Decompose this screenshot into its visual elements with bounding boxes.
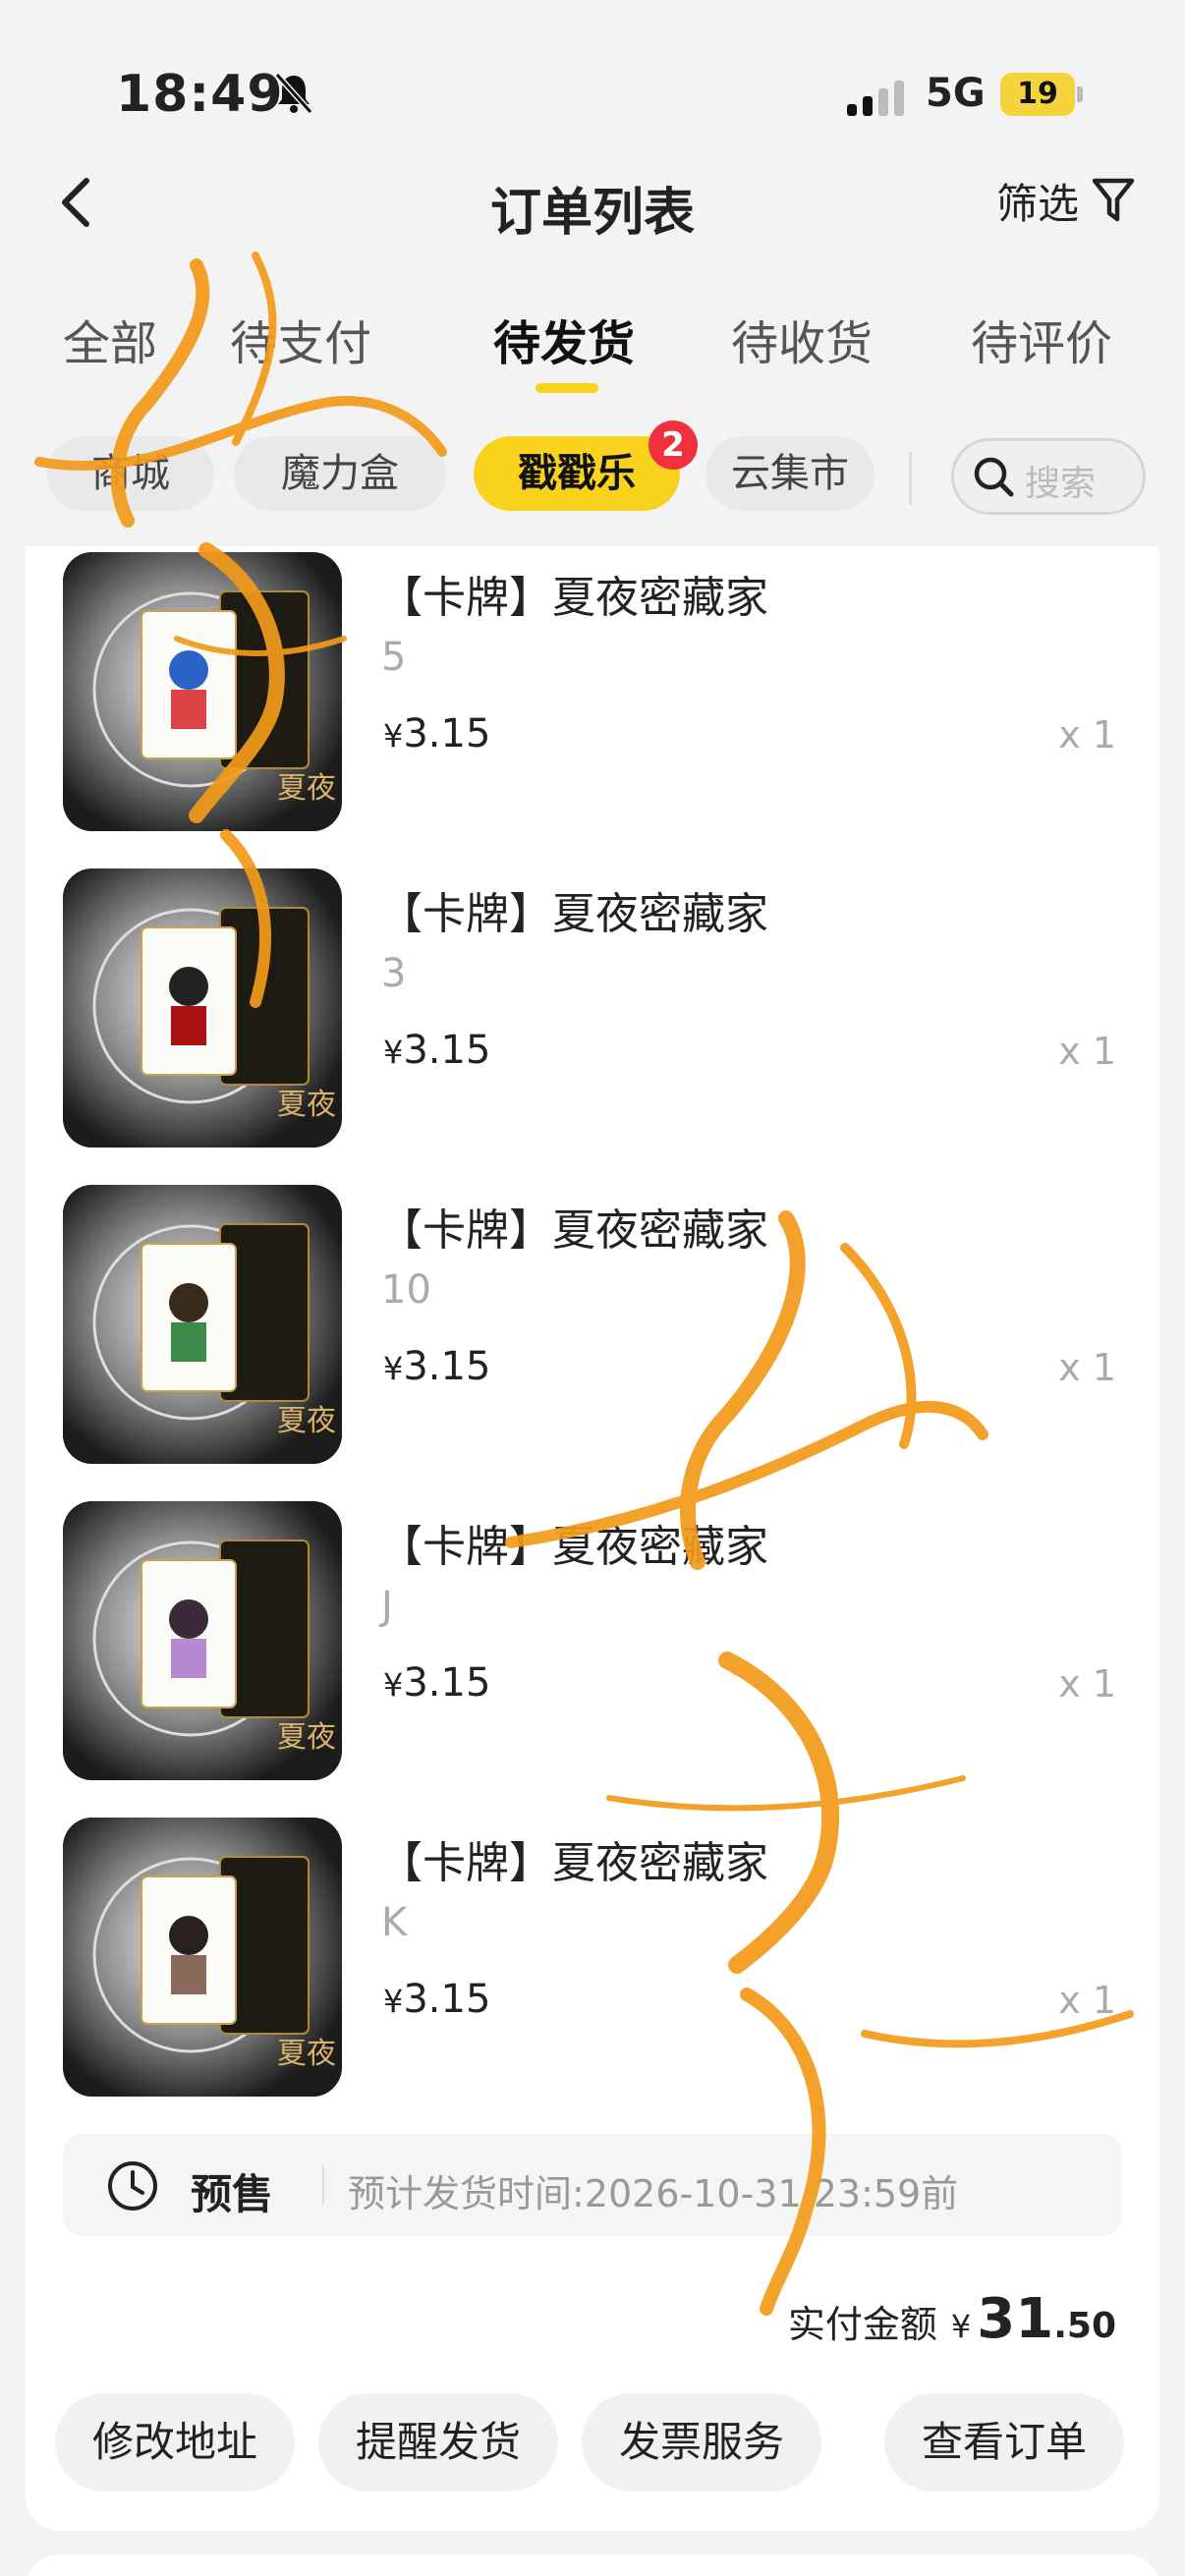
funnel-icon — [1092, 178, 1135, 222]
product-thumbnail[interactable]: 夏夜 — [63, 1501, 342, 1780]
item-title: 【卡牌】夏夜密藏家 — [379, 573, 768, 623]
item-variant: 3 — [381, 951, 407, 996]
product-thumbnail[interactable]: 夏夜 — [63, 1818, 342, 2097]
order-total: 实付金额 ¥ 31 .50 — [788, 2287, 1116, 2351]
item-quantity: x 1 — [1058, 1662, 1116, 1706]
svg-text:夏夜: 夏夜 — [277, 1088, 336, 1122]
order-item[interactable]: 夏夜 【卡牌】夏夜密藏家 3 ¥3.15 x 1 — [26, 868, 1159, 1163]
order-item[interactable]: 夏夜 【卡牌】夏夜密藏家 5 ¥3.15 x 1 — [26, 552, 1159, 847]
modify-address-button[interactable]: 修改地址 — [55, 2393, 295, 2492]
item-title: 【卡牌】夏夜密藏家 — [379, 889, 768, 939]
order-item[interactable]: 夏夜 【卡牌】夏夜密藏家 10 ¥3.15 x 1 — [26, 1185, 1159, 1480]
chip-magic-box[interactable]: 魔力盒 — [234, 436, 446, 511]
nav-bar: 订单列表 筛选 — [0, 147, 1185, 255]
status-time: 18:49 — [116, 65, 284, 124]
item-variant: K — [381, 1900, 408, 1945]
tab-all[interactable]: 全部 — [63, 305, 157, 373]
chip-count-badge: 2 — [649, 420, 698, 470]
svg-text:夏夜: 夏夜 — [277, 1720, 336, 1755]
tab-pending-shipment[interactable]: 待发货 — [493, 305, 635, 373]
tab-pending-receipt[interactable]: 待收货 — [731, 305, 873, 373]
filter-label: 筛选 — [995, 179, 1079, 228]
search-placeholder: 搜索 — [1025, 464, 1097, 504]
item-quantity: x 1 — [1058, 1030, 1116, 1073]
search-input[interactable]: 搜索 — [951, 438, 1146, 515]
total-currency: ¥ — [950, 2308, 972, 2345]
order-actions: 修改地址 提醒发货 发票服务 查看订单 — [26, 2393, 1159, 2492]
active-tab-indicator — [536, 383, 598, 393]
bell-muted-icon — [274, 72, 313, 115]
status-bar: 18:49 5G 19 — [0, 0, 1185, 147]
battery-tip — [1077, 86, 1083, 102]
item-price: ¥3.15 — [383, 1028, 491, 1073]
tab-pending-review[interactable]: 待评价 — [971, 305, 1112, 373]
presale-label: 预售 — [191, 2170, 274, 2218]
total-amount-integer: 31 — [977, 2287, 1054, 2351]
total-label: 实付金额 — [787, 2303, 937, 2346]
remind-shipment-button[interactable]: 提醒发货 — [318, 2393, 558, 2492]
item-price: ¥3.15 — [383, 711, 491, 756]
filter-button[interactable]: 筛选 — [996, 171, 1136, 230]
chip-divider — [909, 452, 912, 505]
total-amount-decimal: .50 — [1053, 2306, 1116, 2346]
order-item[interactable]: 夏夜 【卡牌】夏夜密藏家 K ¥3.15 x 1 — [26, 1818, 1159, 2112]
product-thumbnail[interactable]: 夏夜 — [63, 868, 342, 1148]
item-title: 【卡牌】夏夜密藏家 — [379, 1205, 768, 1256]
battery-indicator: 19 — [1000, 73, 1075, 116]
card-image-icon: 夏夜 — [63, 868, 342, 1148]
estimated-ship-time: 预计发货时间:2026-10-31 23:59前 — [348, 2172, 959, 2215]
product-thumbnail[interactable]: 夏夜 — [63, 1185, 342, 1464]
next-order-card[interactable] — [26, 2554, 1159, 2576]
card-image-icon: 夏夜 — [63, 552, 342, 831]
view-order-button[interactable]: 查看订单 — [884, 2393, 1124, 2492]
svg-text:夏夜: 夏夜 — [277, 2037, 336, 2071]
signal-icon — [847, 81, 904, 116]
item-variant: J — [381, 1584, 393, 1629]
card-image-icon: 夏夜 — [63, 1818, 342, 2097]
clock-icon — [108, 2161, 157, 2211]
network-label: 5G — [926, 71, 986, 116]
chip-cloud-market[interactable]: 云集市 — [705, 436, 875, 511]
invoice-service-button[interactable]: 发票服务 — [582, 2393, 821, 2492]
presale-divider — [322, 2165, 324, 2205]
card-image-icon: 夏夜 — [63, 1501, 342, 1780]
item-price: ¥3.15 — [383, 1977, 491, 2022]
item-title: 【卡牌】夏夜密藏家 — [379, 1838, 768, 1888]
item-quantity: x 1 — [1058, 713, 1116, 756]
order-card[interactable]: 夏夜 【卡牌】夏夜密藏家 5 ¥3.15 x 1 夏夜 【卡牌】夏夜密藏家 3 … — [26, 546, 1159, 2531]
item-variant: 5 — [381, 635, 407, 680]
tab-pending-payment[interactable]: 待支付 — [230, 305, 371, 373]
svg-text:夏夜: 夏夜 — [277, 1404, 336, 1438]
item-quantity: x 1 — [1058, 1346, 1116, 1389]
item-price: ¥3.15 — [383, 1660, 491, 1706]
product-thumbnail[interactable]: 夏夜 — [63, 552, 342, 831]
item-price: ¥3.15 — [383, 1344, 491, 1389]
search-icon — [974, 457, 1014, 497]
order-item[interactable]: 夏夜 【卡牌】夏夜密藏家 J ¥3.15 x 1 — [26, 1501, 1159, 1796]
item-quantity: x 1 — [1058, 1979, 1116, 2022]
presale-info: 预售 预计发货时间:2026-10-31 23:59前 — [63, 2134, 1122, 2236]
item-title: 【卡牌】夏夜密藏家 — [379, 1522, 768, 1572]
card-image-icon: 夏夜 — [63, 1185, 342, 1464]
svg-text:夏夜: 夏夜 — [277, 771, 336, 806]
chip-mall[interactable]: 商城 — [47, 436, 214, 511]
item-variant: 10 — [381, 1267, 431, 1313]
